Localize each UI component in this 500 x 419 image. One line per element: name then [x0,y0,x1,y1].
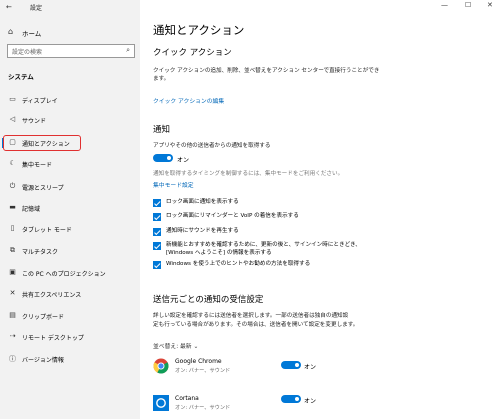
sidebar-item-storage[interactable]: ▬ 記憶域 [0,201,140,215]
checkbox-label: 通知時にサウンドを再生する [166,228,239,234]
section-label-system: システム [8,73,34,81]
home-icon: ⌂ [8,27,14,36]
sidebar-item-label: 電源とスリープ [22,185,64,192]
app-toggle-google-chrome[interactable] [281,361,301,369]
chevron-down-icon: ⌄ [193,344,199,350]
app-toggle-state: オン [304,364,317,371]
checkbox-lock-screen-reminders[interactable] [153,213,161,221]
speaker-icon: ◁ [9,115,16,123]
moon-icon: ☾ [9,159,16,167]
checkbox-tips[interactable] [153,261,161,269]
focus-assist-settings-link[interactable]: 集中モード設定 [153,180,194,189]
sidebar-item-label: 集中モード [22,162,53,169]
title-bar: ← 設定 [0,0,140,14]
sidebar-item-sound[interactable]: ◁ サウンド [0,113,140,127]
multitask-icon: ⧉ [10,246,15,254]
notifications-heading: 通知 [153,125,171,135]
projection-icon: ▣ [9,268,16,276]
cortana-icon [153,395,169,411]
checkbox-welcome-experience[interactable] [153,242,161,250]
per-sender-desc-2: 定も行っている場合があります。その場合は、送信者を開いて設定を変更します。 [153,322,359,328]
sidebar-item-label: 共有エクスペリエンス [22,292,82,299]
sidebar-item-shared-experiences[interactable]: ✕ 共有エクスペリエンス [0,287,140,301]
app-toggle-cortana[interactable] [281,395,301,403]
quick-actions-desc-2: ます。 [153,76,170,82]
sidebar-item-display[interactable]: ▭ ディスプレイ [0,93,140,107]
sidebar: ← 設定 ⌂ ホーム 設定の検索 ⌕ システム ▭ ディスプレイ ◁ サウンド … [0,0,140,419]
sidebar-item-label: タブレット モード [22,227,72,234]
app-status: オン: バナー、サウンド [175,405,231,411]
home-label: ホーム [22,30,42,38]
sidebar-item-label: リモート デスクトップ [22,335,84,342]
search-icon[interactable]: ⌕ [126,46,130,55]
main-content: 通知とアクション クイック アクション クイック アクションの追加、削除、並べ替… [140,0,500,419]
edit-quick-actions-link[interactable]: クイック アクションの編集 [153,96,224,105]
storage-icon: ▬ [9,203,16,211]
home-nav-item[interactable]: ⌂ ホーム [0,26,140,40]
app-title: 設定 [30,5,43,12]
sidebar-item-label: この PC へのプロジェクション [22,271,106,278]
highlight-box [3,135,81,151]
checkbox-label: 新機能とおすすめを確認するために、更新の後と、サインイン時にときどき、 [166,242,361,248]
sidebar-item-label: ディスプレイ [22,98,58,105]
chrome-icon [153,358,169,374]
power-icon: ⏻ [9,182,16,190]
sidebar-item-power[interactable]: ⏻ 電源とスリープ [0,180,140,194]
checkbox-label-line2: [Windows へようこそ] の情報を表示する [166,250,272,256]
app-name: Google Chrome [175,358,222,365]
sidebar-item-clipboard[interactable]: ▤ クリップボード [0,309,140,323]
sidebar-item-label: マルチタスク [22,249,59,256]
info-icon: ⓘ [9,355,16,363]
remote-desktop-icon: ⇢ [9,332,16,340]
quick-actions-desc-1: クイック アクションの追加、削除、並べ替えをアクション センターで直接行うことが… [153,68,380,74]
sidebar-item-label: バージョン情報 [22,357,64,364]
sidebar-item-label: サウンド [22,118,47,125]
app-name: Cortana [175,395,199,402]
display-icon: ▭ [9,95,16,103]
quick-actions-heading: クイック アクション [153,48,232,58]
app-status: オン: バナー、サウンド [175,368,231,374]
tablet-icon: ▯ [10,224,15,232]
page-title: 通知とアクション [153,23,245,37]
focus-assist-note: 通知を取得するタイミングを制御するには、集中モードをご利用ください。 [153,171,344,177]
notifications-toggle-state: オン [177,157,190,164]
sidebar-item-about[interactable]: ⓘ バージョン情報 [0,352,140,366]
sort-value: 最新 [180,344,192,350]
clipboard-icon: ▤ [9,311,16,319]
sort-label: 並べ替え: [153,344,179,350]
checkbox-lock-screen-notifications[interactable] [153,199,161,207]
search-placeholder: 設定の検索 [12,49,43,56]
back-arrow-icon[interactable]: ← [6,3,12,11]
sidebar-item-focus[interactable]: ☾ 集中モード [0,157,140,171]
sidebar-item-tablet[interactable]: ▯ タブレット モード [0,222,140,236]
sidebar-item-label: クリップボード [22,314,65,321]
checkbox-label: ロック画面にリマインダーと VoIP の着信を表示する [166,213,299,219]
sidebar-item-remote-desktop[interactable]: ⇢ リモート デスクトップ [0,330,140,344]
shared-experiences-icon: ✕ [9,289,16,297]
sidebar-item-multitasking[interactable]: ⧉ マルチタスク [0,244,140,258]
per-sender-heading: 送信元ごとの通知の受信設定 [153,295,264,305]
per-sender-desc-1: 詳しい設定を確認するには送信者を選択します。一部の送信者は独自の通知設 [153,313,349,319]
notifications-toggle-desc: アプリやその他の送信者からの通知を取得する [153,143,271,149]
sort-dropdown[interactable]: 並べ替え: 最新 ⌄ [153,341,198,350]
search-input[interactable]: 設定の検索 ⌕ [7,44,135,58]
app-toggle-state: オン [304,398,317,405]
checkbox-play-sounds[interactable] [153,228,161,236]
checkbox-label: ロック画面に通知を表示する [166,199,239,205]
notifications-toggle[interactable] [153,154,173,162]
sidebar-item-projection[interactable]: ▣ この PC へのプロジェクション [0,266,140,280]
checkbox-label: Windows を使う上でのヒントやお勧めの方法を取得する [166,261,311,267]
sidebar-item-label: 記憶域 [22,206,41,213]
